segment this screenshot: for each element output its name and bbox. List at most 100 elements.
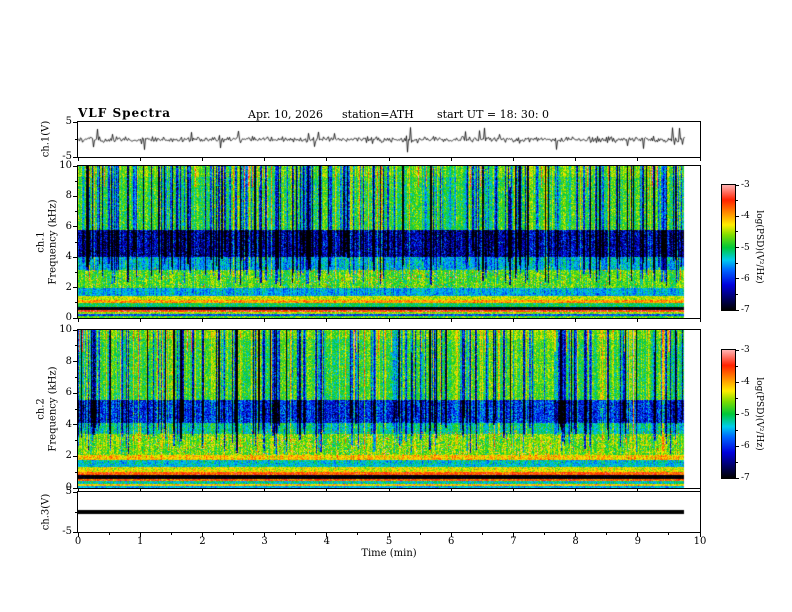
vlf-spectra-figure: VLF Spectra Apr. 10, 2026 station=ATH st… bbox=[0, 0, 792, 612]
x-axis-tick-label: 3 bbox=[261, 536, 268, 547]
figure-date: Apr. 10, 2026 bbox=[248, 108, 324, 121]
colorbar-tick bbox=[736, 349, 739, 351]
colorbar-minor-tick bbox=[736, 231, 738, 233]
figure-title: VLF Spectra bbox=[78, 106, 172, 120]
x-axis-tick-label: 10 bbox=[693, 536, 707, 547]
colorbar-minor-tick bbox=[736, 262, 738, 264]
x-tick bbox=[326, 158, 328, 161]
colorbar-tick bbox=[736, 215, 739, 217]
x-axis-minor-tick bbox=[295, 533, 297, 535]
ch1-spectrogram-ylabel-channel: ch.1 bbox=[35, 231, 47, 253]
colorbar-tick bbox=[736, 278, 739, 280]
x-tick bbox=[637, 319, 639, 322]
ch1-spectrogram-ylabel-axis: Frequency (kHz) bbox=[47, 199, 58, 285]
x-tick bbox=[388, 158, 390, 161]
x-tick bbox=[450, 319, 452, 322]
colorbar2-tick-label: -7 bbox=[741, 473, 750, 483]
x-tick bbox=[512, 158, 514, 161]
colorbar-minor-tick bbox=[736, 461, 738, 463]
colorbar1-tick-label: -3 bbox=[741, 180, 750, 190]
x-tick bbox=[575, 158, 577, 161]
ch1-spectrogram bbox=[77, 165, 701, 319]
x-axis-tick bbox=[512, 533, 514, 537]
colorbar-minor-tick bbox=[736, 429, 738, 431]
x-tick bbox=[264, 319, 266, 322]
x-tick bbox=[450, 158, 452, 161]
colorbar-tick bbox=[736, 445, 739, 447]
x-axis-minor-tick bbox=[481, 533, 483, 535]
x-axis-minor-tick bbox=[544, 533, 545, 535]
x-axis-tick bbox=[201, 533, 203, 537]
x-axis-tick-label: 5 bbox=[385, 536, 393, 547]
x-tick bbox=[201, 158, 203, 161]
x-tick bbox=[139, 158, 141, 161]
x-tick bbox=[388, 319, 390, 322]
x-axis-tick bbox=[326, 533, 328, 537]
ch1-spectrogram-ylabel: ch.1 Frequency (kHz) bbox=[36, 199, 59, 284]
ch1-waveform-plot bbox=[77, 121, 701, 158]
ch2-spectrogram-ylabel: ch.2 Frequency (kHz) bbox=[36, 366, 59, 451]
y-tick-label: 2 bbox=[65, 450, 72, 462]
y-tick-label: 0 bbox=[65, 482, 72, 493]
ch3-trace-ylabel: ch.3(V) bbox=[40, 493, 52, 531]
x-axis-minor-tick bbox=[170, 533, 172, 535]
x-axis-tick bbox=[77, 533, 79, 537]
y-tick-label: 10 bbox=[59, 324, 72, 335]
x-axis-label: Time (min) bbox=[361, 548, 417, 559]
colorbar-tick bbox=[736, 184, 739, 186]
ch2-spectrogram-ylabel-channel: ch.2 bbox=[35, 398, 47, 420]
colorbar-ch1 bbox=[721, 184, 736, 311]
colorbar-minor-tick bbox=[736, 200, 738, 202]
ch2-spectrogram bbox=[77, 329, 701, 489]
x-tick bbox=[699, 319, 701, 322]
x-axis-minor-tick bbox=[419, 533, 421, 535]
y-tick-label: 0 bbox=[65, 312, 72, 323]
x-axis-tick-label: 8 bbox=[572, 536, 579, 547]
x-axis-tick bbox=[575, 533, 577, 537]
x-axis-tick-label: 0 bbox=[74, 536, 82, 547]
colorbar-ch2 bbox=[721, 349, 736, 479]
colorbar2-tick-label: -3 bbox=[741, 345, 750, 355]
x-tick bbox=[575, 319, 577, 322]
x-axis-tick-label: 7 bbox=[510, 536, 517, 547]
ch1-waveform-ylabel: ch.1(V) bbox=[40, 120, 52, 158]
x-tick bbox=[139, 319, 141, 322]
x-tick bbox=[201, 319, 203, 322]
y-tick-label: 10 bbox=[59, 160, 72, 171]
x-tick bbox=[264, 158, 266, 161]
x-axis-tick bbox=[264, 533, 266, 537]
colorbar-ch1-label: log(PSD)(V²/Hz) bbox=[754, 210, 765, 284]
x-axis-minor-tick bbox=[606, 533, 608, 535]
colorbar-tick bbox=[736, 381, 739, 383]
colorbar-tick bbox=[736, 477, 739, 479]
ch3-trace-plot bbox=[77, 491, 701, 533]
colorbar-tick bbox=[736, 413, 739, 415]
x-axis-tick-label: 1 bbox=[137, 536, 144, 547]
x-axis-tick bbox=[388, 533, 390, 537]
x-axis-tick bbox=[139, 533, 141, 537]
x-axis-minor-tick bbox=[108, 533, 110, 535]
x-axis-tick-label: 6 bbox=[448, 536, 455, 547]
colorbar-ch2-label: log(PSD)(V²/Hz) bbox=[754, 377, 765, 451]
colorbar-minor-tick bbox=[736, 293, 738, 295]
x-tick bbox=[699, 158, 701, 161]
colorbar-tick bbox=[736, 247, 739, 248]
x-axis-minor-tick bbox=[668, 533, 670, 535]
figure-start-ut: start UT = 18: 30: 0 bbox=[437, 108, 550, 121]
colorbar-minor-tick bbox=[736, 365, 738, 367]
x-tick bbox=[637, 158, 639, 161]
x-tick bbox=[326, 319, 328, 322]
figure-station: station=ATH bbox=[342, 108, 414, 121]
x-axis-tick-label: 2 bbox=[199, 536, 206, 547]
x-axis-tick-label: 4 bbox=[323, 536, 330, 547]
x-tick bbox=[512, 319, 514, 322]
x-axis-tick bbox=[450, 533, 452, 537]
x-axis-minor-tick bbox=[357, 533, 359, 535]
colorbar1-tick-label: -7 bbox=[741, 305, 750, 315]
colorbar-tick bbox=[736, 309, 739, 311]
x-axis-tick bbox=[637, 533, 639, 537]
x-tick bbox=[77, 319, 79, 322]
colorbar-minor-tick bbox=[736, 397, 738, 399]
x-axis-tick-label: 9 bbox=[634, 536, 641, 547]
x-tick bbox=[77, 158, 79, 161]
